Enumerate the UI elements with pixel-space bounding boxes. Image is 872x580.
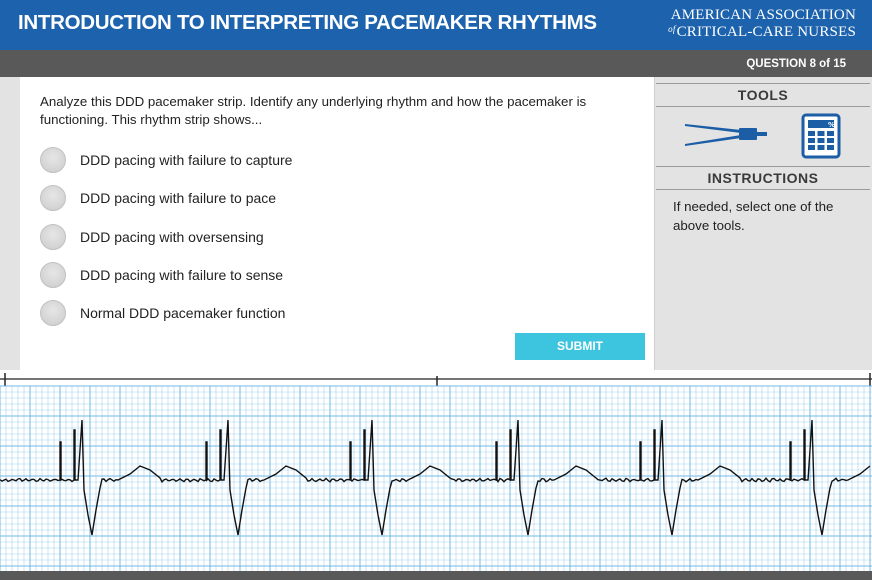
logo-line2-wrap: ofCRITICAL-CARE NURSES: [668, 22, 856, 39]
tools-sidebar: TOOLS % INSTRUCTIONS If needed, select o…: [654, 77, 872, 370]
question-text: Analyze this DDD pacemaker strip. Identi…: [40, 93, 600, 129]
aacn-logo: AMERICAN ASSOCIATION ofCRITICAL-CARE NUR…: [668, 8, 856, 39]
radio-button[interactable]: [40, 147, 66, 173]
ecg-rhythm-strip: [0, 370, 872, 580]
calculator-icon[interactable]: %: [801, 113, 841, 159]
ecg-strip-graphic: [0, 370, 872, 571]
radio-button[interactable]: [40, 224, 66, 250]
caliper-icon[interactable]: [683, 119, 769, 149]
question-panel: Analyze this DDD pacemaker strip. Identi…: [20, 77, 654, 370]
page-title: INTRODUCTION TO INTERPRETING PACEMAKER R…: [18, 11, 597, 35]
submit-button[interactable]: SUBMIT: [515, 333, 645, 360]
answer-option-4[interactable]: DDD pacing with failure to sense: [40, 262, 283, 288]
option-label: DDD pacing with oversensing: [80, 229, 264, 245]
answer-option-3[interactable]: DDD pacing with oversensing: [40, 224, 264, 250]
logo-line1: AMERICAN ASSOCIATION: [668, 8, 856, 22]
tools-heading: TOOLS: [656, 83, 870, 107]
option-label: DDD pacing with failure to capture: [80, 152, 292, 168]
answer-option-5[interactable]: Normal DDD pacemaker function: [40, 300, 285, 326]
left-gutter: [0, 77, 20, 370]
option-label: DDD pacing with failure to pace: [80, 190, 276, 206]
tools-row: %: [655, 109, 871, 165]
bottom-bar: [0, 571, 872, 580]
logo-line2: CRITICAL-CARE NURSES: [677, 24, 856, 40]
svg-text:%: %: [828, 121, 835, 129]
radio-button[interactable]: [40, 262, 66, 288]
radio-button[interactable]: [40, 300, 66, 326]
instructions-text: If needed, select one of the above tools…: [673, 197, 853, 235]
header-bar: INTRODUCTION TO INTERPRETING PACEMAKER R…: [0, 0, 872, 50]
option-label: DDD pacing with failure to sense: [80, 267, 283, 283]
question-bar: QUESTION 8 of 15: [0, 50, 872, 77]
answer-option-1[interactable]: DDD pacing with failure to capture: [40, 147, 292, 173]
radio-button[interactable]: [40, 185, 66, 211]
instructions-heading: INSTRUCTIONS: [656, 166, 870, 190]
option-label: Normal DDD pacemaker function: [80, 305, 285, 321]
answer-option-2[interactable]: DDD pacing with failure to pace: [40, 185, 276, 211]
app-window: INTRODUCTION TO INTERPRETING PACEMAKER R…: [0, 0, 872, 580]
question-counter: QUESTION 8 of 15: [746, 58, 846, 70]
logo-of: of: [668, 24, 675, 34]
